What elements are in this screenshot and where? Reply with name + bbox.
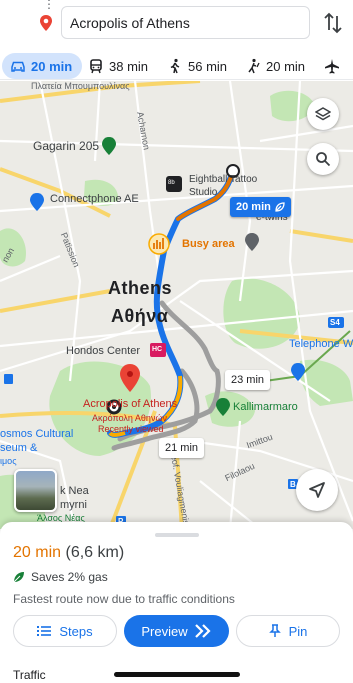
mode-rideshare-label: 20 min — [266, 58, 306, 74]
navigation-arrow-icon — [309, 482, 325, 498]
route-time-alt1[interactable]: 23 min — [225, 370, 271, 390]
travel-mode-bar: 20 min 38 min 56 min 20 min — [0, 52, 353, 80]
pin-button[interactable]: Pin — [236, 615, 340, 647]
eco-leaf-icon — [13, 572, 24, 583]
pushpin-icon — [268, 624, 281, 637]
map-label-cultural-2: seum & — [0, 442, 38, 454]
search-along-route-button[interactable] — [307, 143, 339, 175]
eta-distance: (6,6 km) — [65, 544, 125, 561]
map-label-connectphone: Connectphone AE — [50, 193, 139, 205]
map-label-eightball-2: Studio — [189, 187, 218, 198]
steps-button-label: Steps — [59, 623, 93, 639]
map-label-telephone: Telephone We — [289, 338, 353, 350]
map-label-cultural-1: osmos Cultural — [0, 428, 74, 440]
fuel-savings-text: Saves 2% gas — [31, 570, 108, 584]
city-name-greek: Αθήνα — [111, 306, 169, 326]
preview-button[interactable]: Preview — [124, 615, 229, 647]
map-label-acropolis-greek: Ακρόπολη Αθηνών — [92, 413, 167, 423]
mode-drive-label: 20 min — [31, 58, 73, 74]
destination-input[interactable]: Acropolis of Athens — [61, 6, 310, 39]
eco-leaf-icon — [275, 202, 285, 212]
route-time-primary[interactable]: 20 min — [230, 197, 291, 217]
home-indicator[interactable] — [114, 672, 240, 677]
sheet-drag-handle[interactable] — [155, 533, 199, 537]
destination-pin-icon — [40, 15, 52, 31]
map-label-cultural-3: ιμος — [0, 456, 17, 466]
eightball-logo-text: 8b — [168, 180, 175, 186]
mode-walk-chip[interactable]: 56 min — [167, 53, 227, 79]
transit-icon — [90, 59, 102, 74]
rideshare-icon — [248, 58, 260, 74]
map-label-gagarin: Gagarin 205 — [33, 139, 100, 153]
flight-icon — [325, 59, 339, 74]
mode-transit-label: 38 min — [109, 58, 149, 74]
steps-button[interactable]: Steps — [13, 615, 117, 647]
search-icon — [316, 152, 331, 167]
walk-icon — [170, 58, 180, 74]
street-view-thumbnail[interactable] — [14, 469, 57, 512]
route-details-sheet: 20 min (6,6 km) Saves 2% gas Fastest rou… — [0, 522, 353, 683]
traffic-heading: Traffic — [13, 668, 46, 682]
route-time-alt2[interactable]: 21 min — [159, 438, 205, 458]
pin-button-label: Pin — [288, 623, 308, 639]
mode-flight-chip[interactable] — [324, 53, 345, 79]
mode-drive-chip[interactable]: 20 min — [2, 53, 83, 79]
preview-button-label: Preview — [141, 623, 188, 639]
route-dots-icon: ⋮ — [43, 0, 55, 11]
busy-area-icon[interactable] — [148, 233, 170, 255]
swap-direction-icon[interactable] — [322, 11, 344, 35]
eta-summary: 20 min (6,6 km) — [13, 544, 124, 562]
map-label-hondos: Hondos Center — [66, 345, 140, 357]
top-bar: ⋮ Acropolis of Athens — [0, 0, 353, 52]
eta-time: 20 min — [13, 544, 62, 561]
double-chevron-right-icon — [194, 624, 211, 638]
mode-rideshare-chip[interactable]: 20 min — [245, 53, 305, 79]
layers-icon — [315, 107, 331, 121]
map-label-eightball-1: Eightball Tattoo — [189, 174, 258, 185]
mode-walk-label: 56 min — [188, 58, 228, 74]
map-label-recently-viewed: Recently viewed — [98, 424, 164, 434]
mode-transit-chip[interactable]: 38 min — [88, 53, 148, 79]
car-icon — [11, 61, 25, 72]
route-reason: Fastest route now due to traffic conditi… — [13, 592, 235, 606]
map-label-busy-area: Busy area — [182, 238, 235, 250]
city-name: Athens — [108, 278, 173, 298]
map-label-kallimarmaro: Kallimarmaro — [233, 401, 298, 413]
road-shield-s4: S4 — [330, 318, 340, 327]
layers-button[interactable] — [307, 98, 339, 130]
list-icon — [37, 626, 52, 636]
recenter-button[interactable] — [296, 469, 338, 511]
fuel-savings: Saves 2% gas — [13, 570, 108, 584]
route-map[interactable]: Πλατεία Μπουμπουλίνας Acharnon Gagarin 2… — [0, 81, 353, 529]
map-label-nea-1: k Nea — [60, 485, 89, 497]
hondos-logo-text: HC — [152, 346, 163, 353]
route-time-primary-label: 20 min — [236, 201, 271, 213]
road-shield-b: B — [290, 480, 296, 489]
map-label-acropolis: Acropolis of Athens — [83, 398, 178, 410]
map-label-nea-2: myrni — [60, 499, 87, 511]
map-label-platia: Πλατεία Μπουμπουλίνας — [31, 81, 130, 91]
